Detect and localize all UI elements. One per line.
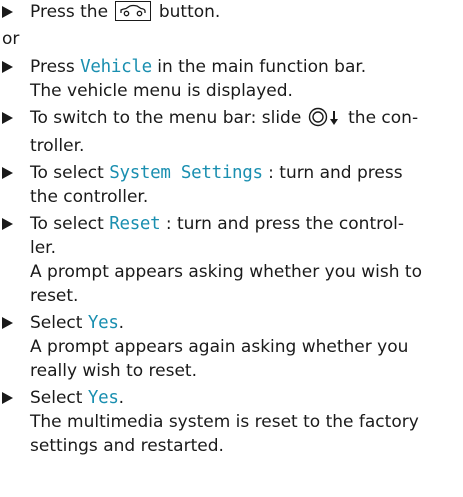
step-bullet-icon [2,167,13,179]
step-bullet-icon [2,317,13,329]
step-text: Press [30,57,75,77]
menu-keyword: Yes [87,388,119,408]
step-result: A prompt appears again asking whether yo… [30,337,409,357]
step-text: Select [30,313,83,333]
step-select-yes-second: Select Yes. The multimedia system is res… [0,386,463,458]
instruction-document: Press the button. or Press Vehicle in th… [0,0,463,461]
step-result: A prompt appears asking whether you wish… [30,262,422,282]
step-text: To select [30,214,104,234]
step-switch-menu-bar: To switch to the menu bar: slide the con… [0,106,463,158]
step-text: the con- [348,108,419,128]
step-text: button. [158,2,221,22]
step-select-yes-first: Select Yes. A prompt appears again askin… [0,311,463,383]
step-press-button: Press the button. [0,0,463,24]
step-result: reset. [30,286,79,306]
step-result: really wish to reset. [30,361,197,381]
car-icon [115,1,152,21]
step-text: the controller. [30,187,149,207]
step-text: . [118,388,124,408]
step-text: : turn and press [268,163,403,183]
controller-slide-down-icon [308,107,342,134]
step-text: To select [30,163,104,183]
step-text: . [118,313,124,333]
step-result: The multimedia system is reset to the fa… [30,412,419,432]
step-text: Press the [30,2,109,22]
menu-keyword: Vehicle [80,57,152,77]
step-text: To switch to the menu bar: slide [30,108,302,128]
menu-keyword: Yes [87,313,119,333]
menu-keyword: System Settings [109,163,263,183]
step-bullet-icon [2,61,13,73]
step-text: ler. [30,238,57,258]
step-result: The vehicle menu is displayed. [30,81,293,101]
step-select-system-settings: To select System Settings : turn and pre… [0,161,463,209]
step-press-vehicle: Press Vehicle in the main function bar. … [0,55,463,103]
step-select-reset: To select Reset : turn and press the con… [0,212,463,308]
step-text: troller. [30,136,85,156]
step-text: : turn and press the control- [165,214,404,234]
step-text: Select [30,388,83,408]
or-separator: or [2,29,20,49]
menu-keyword: Reset [109,214,161,234]
step-text: in the main function bar. [157,57,367,77]
step-result: settings and restarted. [30,436,224,456]
step-bullet-icon [2,218,13,230]
step-bullet-icon [2,392,13,404]
step-bullet-icon [2,112,13,124]
step-bullet-icon [2,6,13,18]
